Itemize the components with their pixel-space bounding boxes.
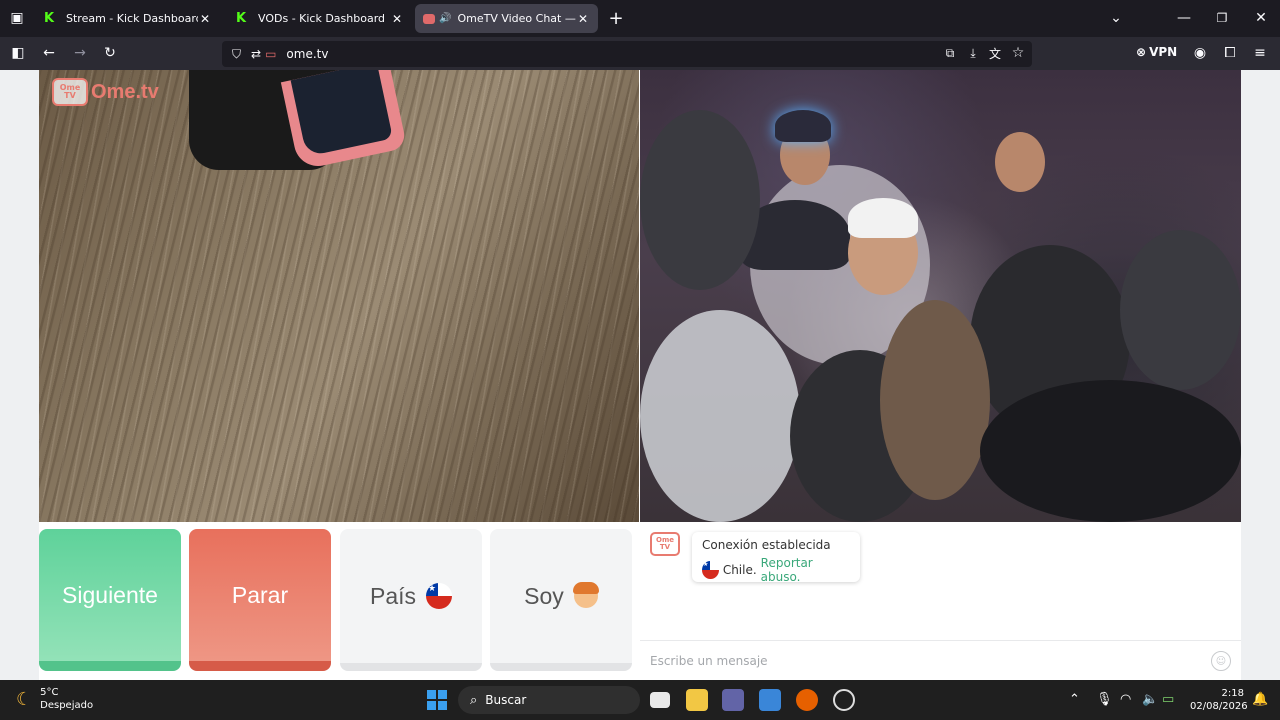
report-abuse-link[interactable]: Reportar abuso. (761, 556, 850, 584)
account-icon[interactable]: ◉ (1188, 41, 1212, 65)
boy-avatar-icon (572, 582, 599, 608)
search-icon: ⌕ (470, 692, 478, 708)
search-label: Buscar (485, 693, 527, 707)
message-input[interactable] (650, 653, 1190, 668)
save-to-pocket-icon[interactable]: ⤓ (961, 41, 985, 65)
next-label: Siguiente (62, 581, 158, 608)
vpn-button[interactable]: ⊗ VPN (1136, 45, 1177, 59)
gender-button[interactable]: Soy (490, 529, 632, 671)
store-icon[interactable] (759, 689, 781, 711)
speaker-icon[interactable]: 🔊 (439, 13, 451, 24)
clock[interactable]: 2:18 02/08/2026 (1190, 687, 1248, 713)
video-object (280, 70, 408, 171)
taskbar: ☾ 5°C Despejado ⌕ Buscar ⌃ 🎙 ◠ 🔈 ▭ 2:18 … (0, 680, 1280, 720)
connection-status: Conexión establecida (702, 538, 831, 552)
next-button[interactable]: Siguiente (39, 529, 181, 671)
page: Ome TV Ome.tv Siguiente Parar País ★ Soy… (0, 70, 1280, 680)
tab-title: Stream - Kick Dashboard (66, 12, 198, 25)
time: 2:18 (1221, 688, 1244, 699)
new-tab-icon[interactable]: + (604, 6, 628, 30)
vpn-label: VPN (1149, 45, 1178, 59)
back-icon[interactable]: ← (37, 41, 61, 65)
chat-input-row: ☺ (640, 640, 1241, 680)
ometv-favicon-icon (423, 13, 435, 24)
teams-icon[interactable] (722, 689, 744, 711)
tab-list-icon[interactable]: ▣ (5, 6, 29, 30)
tab-bar: ▣ K Stream - Kick Dashboard ✕ K VODs - K… (0, 0, 1280, 37)
country-button[interactable]: País ★ (340, 529, 482, 671)
start-button[interactable] (427, 690, 447, 710)
obs-icon[interactable] (833, 689, 855, 711)
minimize-icon[interactable]: — (1172, 6, 1196, 30)
kick-icon: K (235, 11, 247, 26)
remote-video (640, 70, 1241, 522)
ometv-tv-icon: Ome TV (650, 532, 680, 556)
star-icon[interactable]: ☆ (1006, 41, 1030, 65)
chile-flag-icon: ★ (702, 561, 719, 579)
tab-vods[interactable]: K VODs - Kick Dashboard ✕ (226, 4, 412, 33)
translate-icon[interactable]: 文 (983, 41, 1007, 65)
tab-ometv[interactable]: 🔊 OmeTV Video Chat — Ome ✕ (415, 4, 598, 33)
sidebar-icon[interactable]: ◧ (6, 41, 30, 65)
forward-icon[interactable]: → (68, 41, 92, 65)
stop-button[interactable]: Parar (189, 529, 331, 671)
extensions-icon[interactable]: ⧠ (1218, 41, 1242, 65)
chevron-down-icon[interactable]: ⌄ (1104, 6, 1128, 30)
volume-icon[interactable]: 🔈 (1142, 692, 1158, 707)
shield-icon[interactable]: ⛉ (232, 47, 241, 62)
temperature: 5°C (40, 687, 59, 698)
partner-country: Chile. (722, 563, 757, 577)
notifications-icon[interactable]: 🔔 (1252, 692, 1268, 707)
weather-widget[interactable]: ☾ 5°C Despejado (16, 686, 93, 712)
camera-icon[interactable]: ▭ (265, 47, 276, 61)
system-message: Conexión establecida ★ Chile. Reportar a… (692, 532, 860, 584)
chevron-up-icon[interactable]: ⌃ (1069, 692, 1080, 707)
window-close-icon[interactable]: ✕ (1249, 6, 1273, 30)
vpn-off-icon: ⊗ (1136, 45, 1147, 59)
firefox-icon[interactable] (796, 689, 818, 711)
local-video: Ome TV Ome.tv (39, 70, 639, 522)
battery-icon[interactable]: ▭ (1162, 692, 1174, 707)
weather-status: Despejado (40, 700, 94, 711)
taskbar-search[interactable]: ⌕ Buscar (458, 686, 640, 714)
kick-icon: K (43, 11, 55, 26)
country-label: País (369, 582, 417, 609)
stop-label: Parar (231, 581, 289, 608)
url-bar[interactable]: ⛉ ⇄ ▭ ome.tv (222, 41, 1032, 67)
menu-icon[interactable]: ≡ (1248, 41, 1272, 65)
tab-title: VODs - Kick Dashboard (258, 12, 386, 25)
wifi-icon[interactable]: ◠ (1120, 692, 1131, 707)
chat-panel: Ome TV Conexión establecida ★ Chile. Rep… (640, 522, 1241, 680)
restore-icon[interactable]: ❐ (1210, 6, 1234, 30)
emoji-icon[interactable]: ☺ (1211, 651, 1231, 671)
ometv-tv-icon: Ome TV (52, 78, 88, 106)
close-icon[interactable]: ✕ (576, 12, 590, 26)
task-view-icon[interactable] (650, 692, 670, 708)
logo-text: Ome.tv (91, 80, 159, 103)
tab-stream[interactable]: K Stream - Kick Dashboard ✕ (34, 4, 220, 33)
close-icon[interactable]: ✕ (198, 12, 212, 26)
tab-title: OmeTV Video Chat — Ome (457, 12, 576, 25)
nav-bar: ◧ ← → ↻ ⛉ ⇄ ▭ ome.tv ⧉ ⤓ 文 ☆ ⊗ VPN ◉ ⧠ ≡ (0, 37, 1280, 70)
ometv-logo: Ome TV Ome.tv (52, 78, 159, 106)
chile-flag-icon: ★ (426, 583, 453, 609)
microphone-icon[interactable]: 🎙 (1096, 692, 1113, 707)
gender-label: Soy (524, 582, 564, 609)
date: 02/08/2026 (1190, 701, 1248, 712)
ometv-app: Ome TV Ome.tv Siguiente Parar País ★ Soy… (39, 70, 1241, 680)
picture-in-picture-icon[interactable]: ⧉ (938, 41, 962, 65)
permissions-icon[interactable]: ⇄ (251, 47, 261, 61)
url-text: ome.tv (286, 47, 329, 61)
file-explorer-icon[interactable] (686, 689, 708, 711)
reload-icon[interactable]: ↻ (98, 41, 122, 65)
moon-icon: ☾ (16, 688, 33, 710)
close-icon[interactable]: ✕ (390, 12, 404, 26)
